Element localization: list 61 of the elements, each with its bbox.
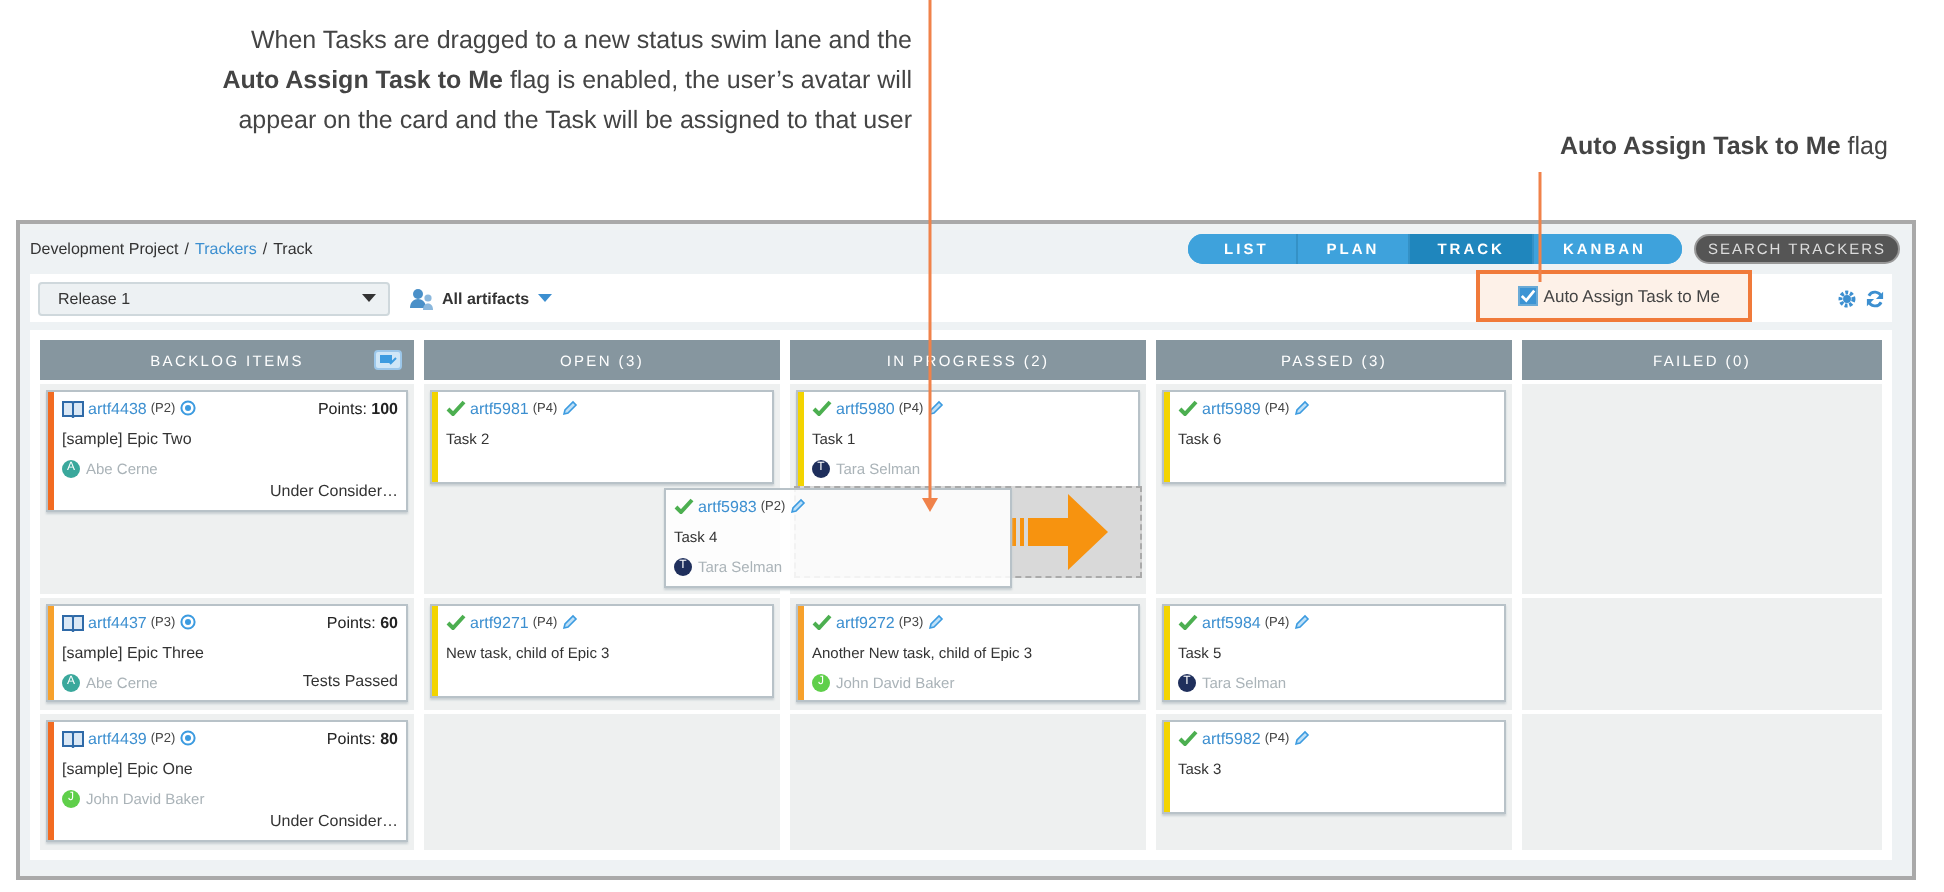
check-icon <box>1178 614 1198 630</box>
refresh-icon[interactable] <box>1866 289 1884 307</box>
callout-text: Auto Assign Task to Me flag <box>1560 132 1890 160</box>
checkbox[interactable] <box>1517 286 1538 306</box>
artifact-link[interactable]: artf9271 <box>470 613 529 631</box>
pencil-icon[interactable] <box>927 400 944 416</box>
card-title: [sample] Epic Two <box>62 430 194 450</box>
book-icon <box>62 399 84 417</box>
check-icon <box>446 400 466 416</box>
users-icon <box>410 287 434 309</box>
book-icon <box>62 729 84 747</box>
card-view-icon[interactable] <box>374 350 402 370</box>
artifact-filter[interactable]: All artifacts <box>434 289 560 307</box>
breadcrumb-link[interactable]: Trackers <box>195 240 257 258</box>
breadcrumb-separator: / <box>184 240 189 258</box>
breadcrumb-text: Development Project <box>30 240 179 258</box>
artifact-link[interactable]: artf5989 <box>1202 399 1261 417</box>
artifact-link[interactable]: artf4438 <box>88 399 147 417</box>
pencil-icon[interactable] <box>927 614 944 630</box>
status-label: Under Consider… <box>269 810 398 834</box>
caret-icon <box>362 294 376 302</box>
release-dropdown[interactable]: Release 1 <box>38 281 390 315</box>
check-icon <box>1178 730 1198 746</box>
artifact-link[interactable]: artf4437 <box>88 613 147 631</box>
auto-assign-checkbox[interactable]: Auto Assign Task to Me <box>1475 270 1752 322</box>
caret-icon <box>537 294 552 302</box>
artifact-link[interactable]: artf5983 <box>698 497 757 515</box>
points-label: Points: 100 <box>317 399 398 417</box>
pencil-icon[interactable] <box>1293 400 1310 416</box>
artifact-link[interactable]: artf5981 <box>470 399 529 417</box>
target-icon[interactable] <box>179 730 196 746</box>
target-icon[interactable] <box>179 400 196 416</box>
settings-icon[interactable] <box>1838 289 1856 307</box>
check-icon <box>446 614 466 630</box>
arrow-icon <box>1012 494 1108 570</box>
artifact-link[interactable]: artf9272 <box>836 613 895 631</box>
status-label: Under Consider… <box>269 480 398 504</box>
check-icon <box>812 614 832 630</box>
check-icon <box>1178 400 1198 416</box>
pencil-icon[interactable] <box>789 498 806 514</box>
status-label: Tests Passed <box>302 670 398 694</box>
check-icon <box>812 400 832 416</box>
artifact-link[interactable]: artf5984 <box>1202 613 1261 631</box>
pencil-icon[interactable] <box>1293 730 1310 746</box>
book-icon <box>62 613 84 631</box>
breadcrumb-separator: / <box>262 240 268 258</box>
card-title: [sample] Epic One <box>62 760 195 780</box>
pencil-icon[interactable] <box>1293 614 1310 630</box>
check-icon <box>674 498 694 514</box>
points-label: Points: 80 <box>326 729 398 747</box>
points-label: Points: 60 <box>326 613 398 631</box>
pencil-icon[interactable] <box>561 614 578 630</box>
artifact-link[interactable]: artf4439 <box>88 729 147 747</box>
leader-line <box>1538 172 1542 282</box>
breadcrumb-text: Track <box>273 240 313 258</box>
pencil-icon[interactable] <box>561 400 578 416</box>
card-title: [sample] Epic Three <box>62 644 206 664</box>
target-icon[interactable] <box>179 614 196 630</box>
artifact-link[interactable]: artf5980 <box>836 399 895 417</box>
callout-text: When Tasks are dragged to a new status swim lane and the Auto Assign Task to Me flag is enabled, the user’s avatar will appear on the card and the Task will be assigned to that user <box>222 24 912 138</box>
artifact-link[interactable]: artf5982 <box>1202 729 1261 747</box>
